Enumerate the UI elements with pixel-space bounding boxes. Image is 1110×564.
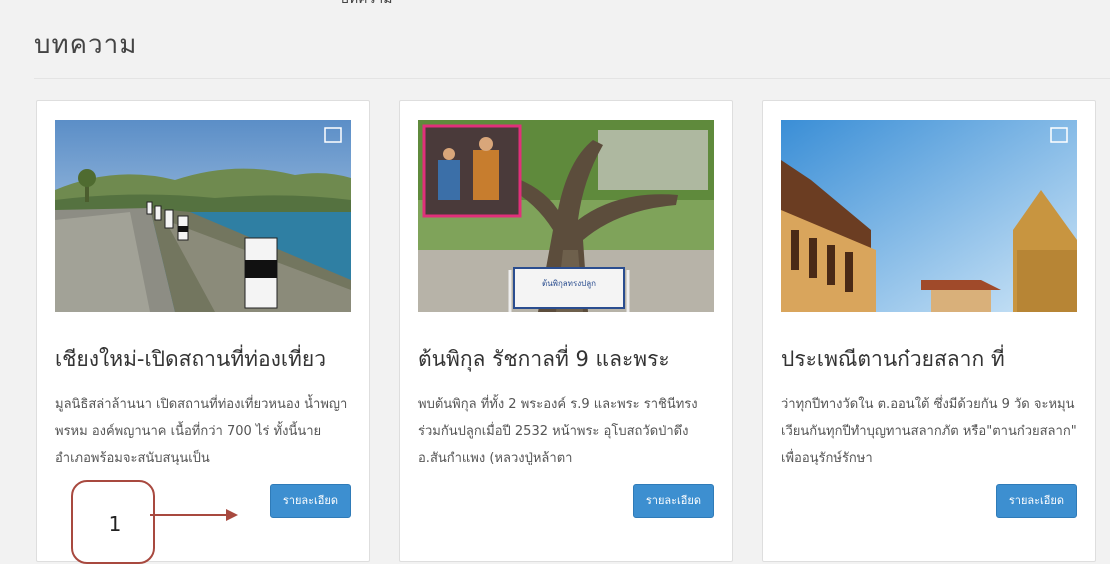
section-title: บทความ xyxy=(34,30,138,60)
article-title[interactable]: ต้นพิกุล รัชกาลที่ 9 และพระ xyxy=(418,343,718,376)
detail-button[interactable]: รายละเอียด xyxy=(995,484,1077,518)
article-image-temple[interactable] xyxy=(781,120,1077,312)
article-title[interactable]: ประเพณีตานก๋วยสลาก ที่ xyxy=(781,343,1081,376)
detail-button[interactable]: รายละเอียด xyxy=(632,484,714,518)
cropped-header-text: บทความ xyxy=(0,0,1110,4)
article-card-3: ประเพณีตานก๋วยสลาก ที่ ว่าทุกปีทางวัดใน … xyxy=(762,100,1096,562)
section-divider xyxy=(34,78,1110,79)
article-excerpt: ว่าทุกปีทางวัดใน ต.ออนใต้ ซึ่งมีด้วยกัน … xyxy=(781,397,1077,465)
article-image-tree[interactable]: ต้นพิกุลทรงปลูก xyxy=(418,120,714,312)
article-excerpt: มูลนิธิสล่าล้านนา เปิดสถานที่ท่องเที่ยวห… xyxy=(55,397,348,465)
article-excerpt: พบต้นพิกุล ที่ทั้ง 2 พระองค์ ร.9 และพระ … xyxy=(418,397,698,465)
article-image-reservoir[interactable] xyxy=(55,120,351,312)
annotation-number: 1 xyxy=(108,512,122,536)
annotation-callout: 1 xyxy=(71,480,155,564)
detail-button[interactable]: รายละเอียด xyxy=(269,484,351,518)
annotation-arrow-icon xyxy=(150,509,238,521)
tree-sign-text: ต้นพิกุลทรงปลูก xyxy=(542,279,596,289)
article-card-2: ต้นพิกุลทรงปลูก ต้นพิกุล รัชกาลที่ 9 และ… xyxy=(399,100,733,562)
article-title[interactable]: เชียงใหม่-เปิดสถานที่ท่องเที่ยว xyxy=(55,343,355,376)
